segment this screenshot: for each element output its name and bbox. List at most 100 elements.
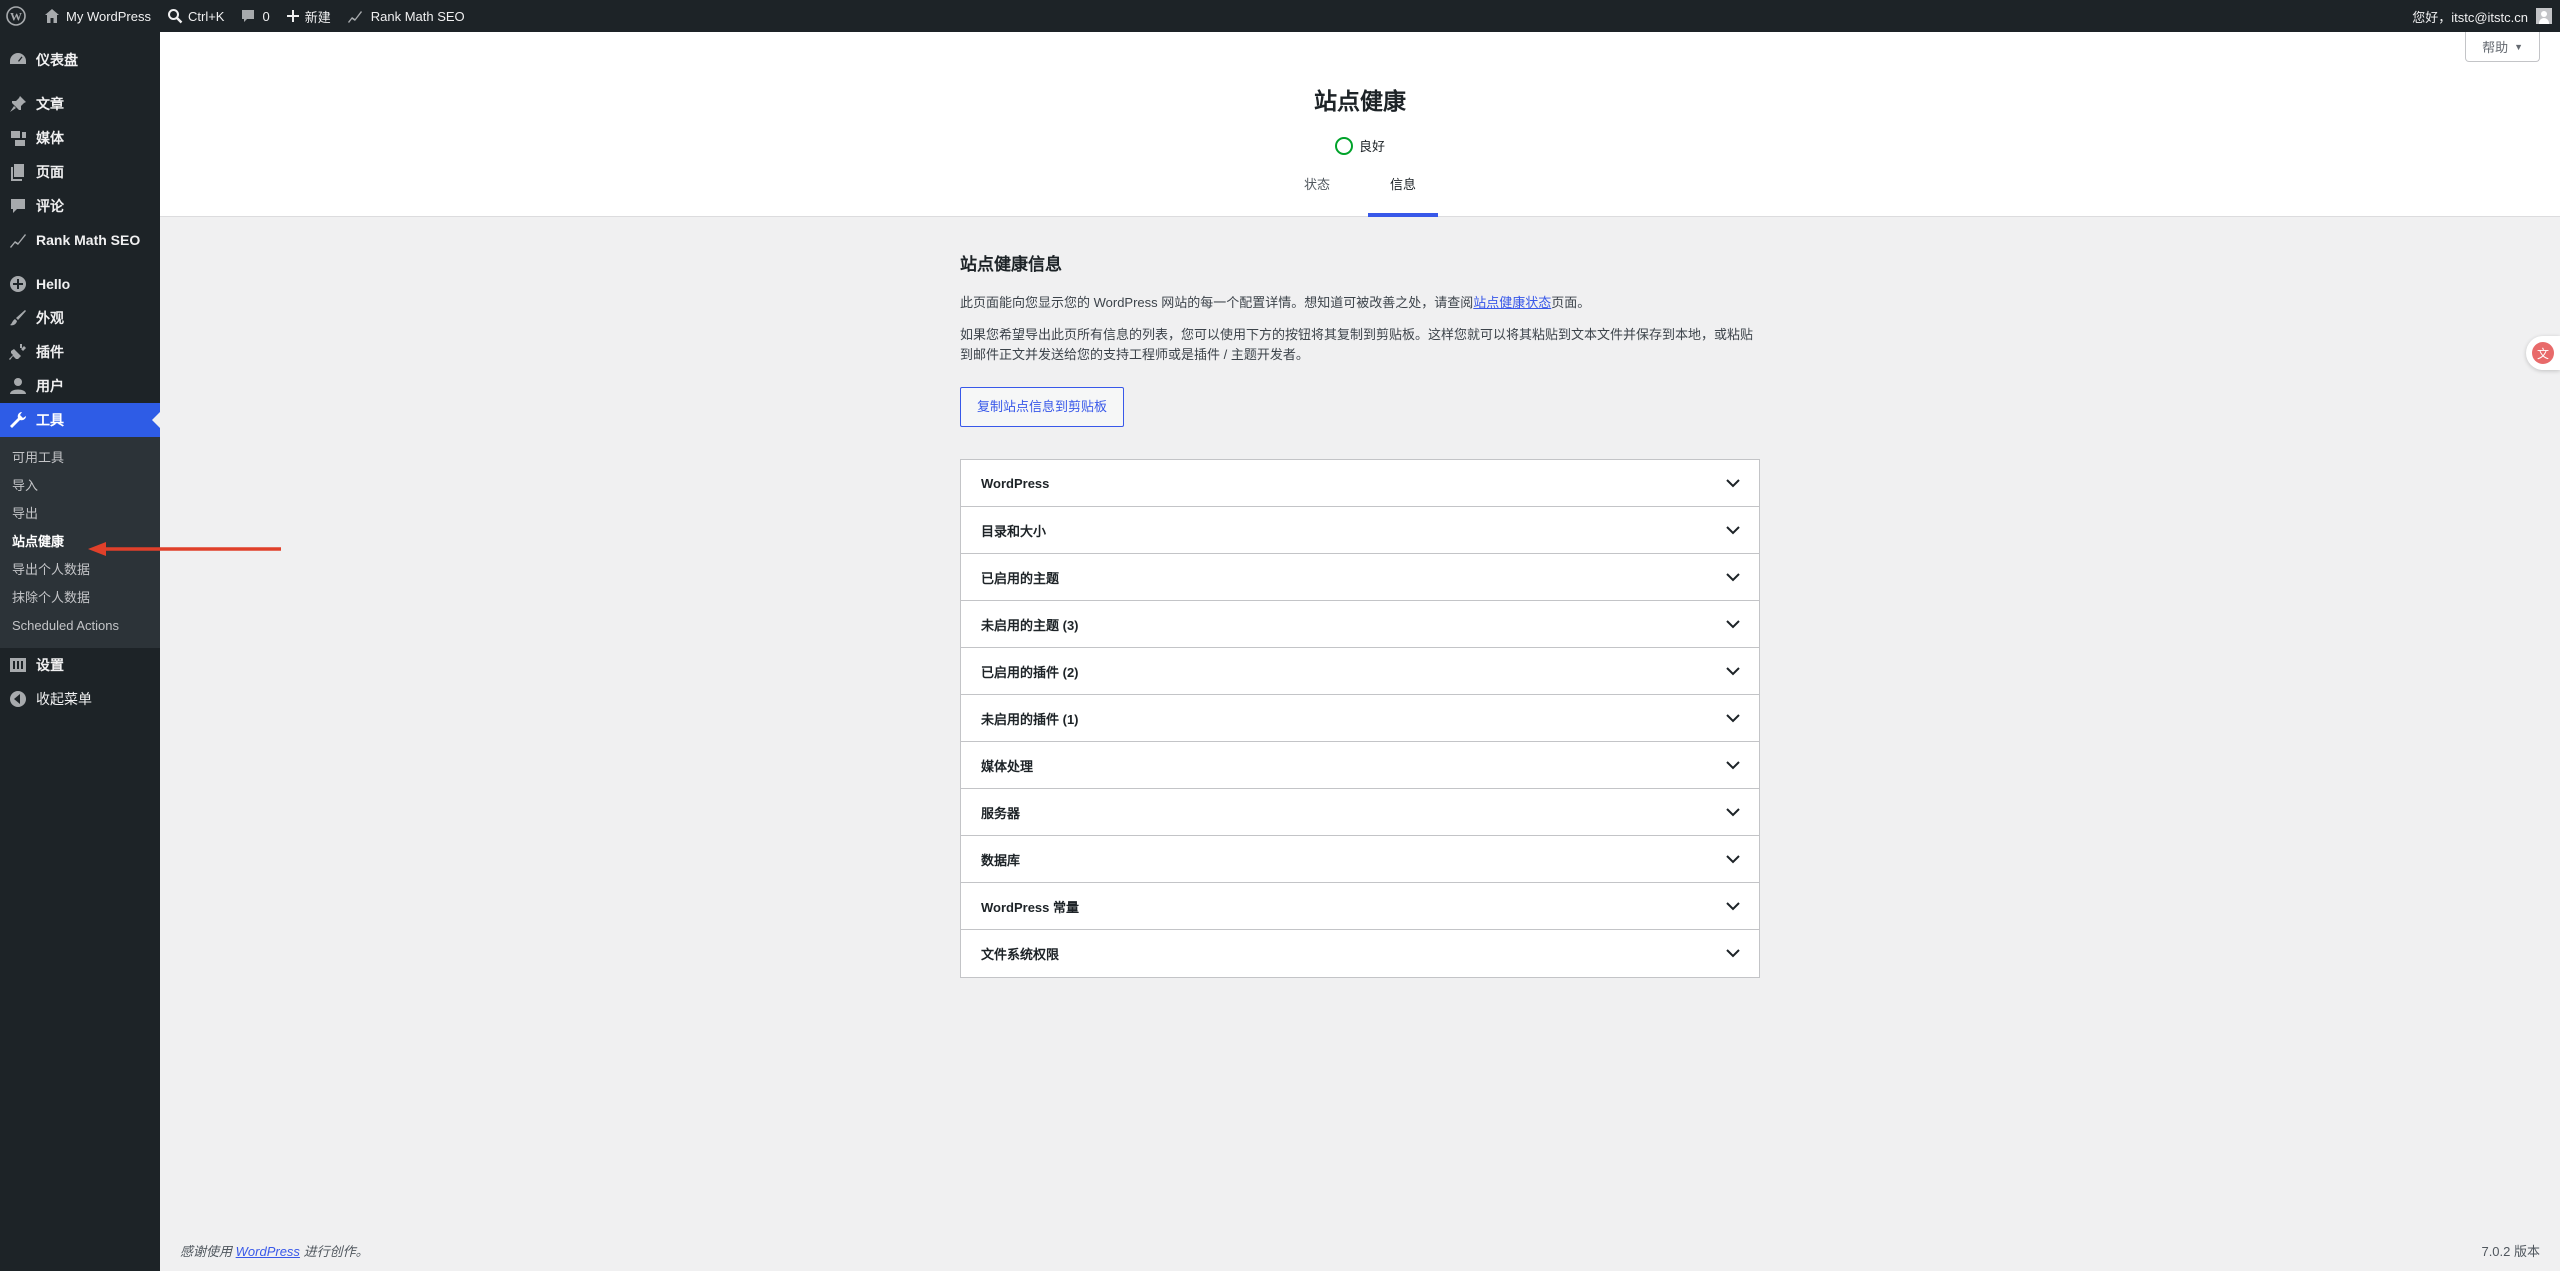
status-good-ring-icon [1334, 136, 1353, 155]
submenu-export[interactable]: 导出 [0, 500, 160, 528]
pin-icon [8, 94, 28, 114]
footer-text: 感谢使用 [180, 1244, 233, 1259]
pages-icon [8, 162, 28, 182]
brush-icon [8, 308, 28, 328]
sidebar-item-appearance[interactable]: 外观 [0, 301, 160, 335]
user-icon [8, 376, 28, 396]
media-icon [8, 128, 28, 148]
accordion-label: 数据库 [981, 852, 1021, 868]
sidebar-item-label: 外观 [36, 310, 64, 326]
collapse-icon [8, 689, 28, 709]
help-button[interactable]: 帮助 ▼ [2465, 32, 2540, 62]
export-paragraph: 如果您希望导出此页所有信息的列表，您可以使用下方的按钮将其复制到剪贴板。这样您就… [960, 327, 1754, 362]
accordion-media-handling[interactable]: 媒体处理 [961, 742, 1759, 789]
status-label: 良好 [1358, 139, 1385, 154]
accordion-database[interactable]: 数据库 [961, 836, 1759, 883]
sidebar-item-label: 评论 [36, 198, 64, 214]
avatar [2536, 8, 2552, 24]
rankmath-icon [8, 230, 28, 250]
svg-text:W: W [10, 10, 22, 24]
site-name-label: My WordPress [66, 8, 151, 24]
greeting-label: 您好，itstc@itstc.cn [2412, 9, 2528, 25]
plus-icon [286, 9, 300, 23]
submenu-import[interactable]: 导入 [0, 472, 160, 500]
sidebar-item-plugins[interactable]: 插件 [0, 335, 160, 369]
admin-bar: W My WordPress Ctrl+K 0 新建 Rank Math SEO… [0, 0, 2560, 32]
submenu-export-personal-data[interactable]: 导出个人数据 [0, 556, 160, 584]
chevron-down-icon [1725, 664, 1741, 679]
sidebar-item-settings[interactable]: 设置 [0, 648, 160, 682]
sidebar-item-label: 用户 [36, 378, 64, 394]
sidebar-item-label: 收起菜单 [36, 691, 92, 707]
accordion-directories[interactable]: 目录和大小 [961, 507, 1759, 554]
submenu-erase-personal-data[interactable]: 抹除个人数据 [0, 584, 160, 612]
footer-version: 7.0.2 版本 [2481, 1244, 2540, 1259]
accordion-active-plugins[interactable]: 已启用的插件 (2) [961, 648, 1759, 695]
chevron-down-icon [1725, 899, 1741, 914]
translate-widget[interactable]: 文 [2526, 336, 2560, 370]
command-palette-button[interactable]: Ctrl+K [159, 0, 232, 32]
page-header: 站点健康 良好 状态 信息 [160, 32, 2560, 217]
accordion-active-theme[interactable]: 已启用的主题 [961, 554, 1759, 601]
accordion-inactive-themes[interactable]: 未启用的主题 (3) [961, 601, 1759, 648]
sidebar-item-label: 文章 [36, 96, 64, 112]
comment-icon [240, 8, 256, 24]
tab-info[interactable]: 信息 [1368, 167, 1439, 217]
sidebar-item-rankmath[interactable]: Rank Math SEO [0, 223, 160, 257]
sidebar-item-pages[interactable]: 页面 [0, 155, 160, 189]
my-account-link[interactable]: 您好，itstc@itstc.cn [2404, 0, 2552, 32]
submenu-available-tools[interactable]: 可用工具 [0, 444, 160, 472]
settings-icon [8, 655, 28, 675]
footer-thanks: 感谢使用 WordPress 进行创作。 [180, 1241, 369, 1260]
sidebar-item-label: Rank Math SEO [36, 232, 141, 248]
accordion-wp-constants[interactable]: WordPress 常量 [961, 883, 1759, 930]
chevron-down-icon [1725, 523, 1741, 538]
chevron-down-icon [1725, 758, 1741, 773]
sidebar-item-label: 媒体 [36, 130, 64, 146]
sidebar-item-posts[interactable]: 文章 [0, 87, 160, 121]
sidebar-item-dashboard[interactable]: 仪表盘 [0, 43, 160, 77]
rankmath-adminbar-link[interactable]: Rank Math SEO [339, 0, 473, 32]
site-name-link[interactable]: My WordPress [36, 0, 159, 32]
accordion-label: 服务器 [981, 805, 1021, 821]
intro-text: 此页面能向您显示您的 WordPress 网站的每一个配置详情。想知道可被改善之… [960, 295, 1474, 310]
sidebar-item-tools[interactable]: 工具 [0, 403, 160, 437]
rankmath-icon [347, 9, 363, 23]
sidebar-item-users[interactable]: 用户 [0, 369, 160, 403]
chevron-down-icon [1725, 617, 1741, 632]
accordion-label: 未启用的主题 (3) [981, 617, 1079, 633]
sidebar-item-label: 插件 [36, 344, 64, 360]
comments-count: 0 [262, 8, 270, 24]
copy-site-info-button[interactable]: 复制站点信息到剪贴板 [960, 387, 1125, 427]
accordion-label: WordPress 常量 [981, 899, 1080, 915]
sidebar-item-comments[interactable]: 评论 [0, 189, 160, 223]
help-label: 帮助 [2482, 40, 2509, 55]
plugin-icon [8, 342, 28, 362]
chevron-down-icon [1725, 476, 1741, 491]
sidebar-item-media[interactable]: 媒体 [0, 121, 160, 155]
section-title: 站点健康信息 [960, 255, 1062, 274]
caret-down-icon: ▼ [2514, 41, 2523, 52]
accordion-inactive-plugins[interactable]: 未启用的插件 (1) [961, 695, 1759, 742]
accordion-server[interactable]: 服务器 [961, 789, 1759, 836]
sidebar-item-hello[interactable]: Hello [0, 267, 160, 301]
home-icon [44, 8, 60, 24]
wordpress-link[interactable]: WordPress [236, 1244, 300, 1259]
page-title: 站点健康 [1314, 88, 1406, 114]
plus-circle-icon [8, 274, 28, 294]
site-health-status-link[interactable]: 站点健康状态 [1473, 295, 1551, 310]
new-label: 新建 [304, 9, 331, 25]
tab-status[interactable]: 状态 [1282, 167, 1352, 217]
submenu-scheduled-actions[interactable]: Scheduled Actions [0, 612, 160, 640]
wordpress-logo-icon[interactable]: W [0, 0, 36, 32]
sidebar-item-label: 页面 [36, 164, 64, 180]
accordion-wordpress[interactable]: WordPress [961, 460, 1759, 507]
translate-icon: 文 [2532, 342, 2554, 364]
comments-link[interactable]: 0 [232, 0, 277, 32]
accordion-filesystem-permissions[interactable]: 文件系统权限 [961, 930, 1759, 977]
chevron-down-icon [1725, 852, 1741, 867]
new-content-link[interactable]: 新建 [278, 0, 339, 32]
accordion-label: 目录和大小 [981, 523, 1047, 539]
footer-text-end: 进行创作。 [303, 1244, 369, 1259]
sidebar-collapse-menu[interactable]: 收起菜单 [0, 682, 160, 716]
